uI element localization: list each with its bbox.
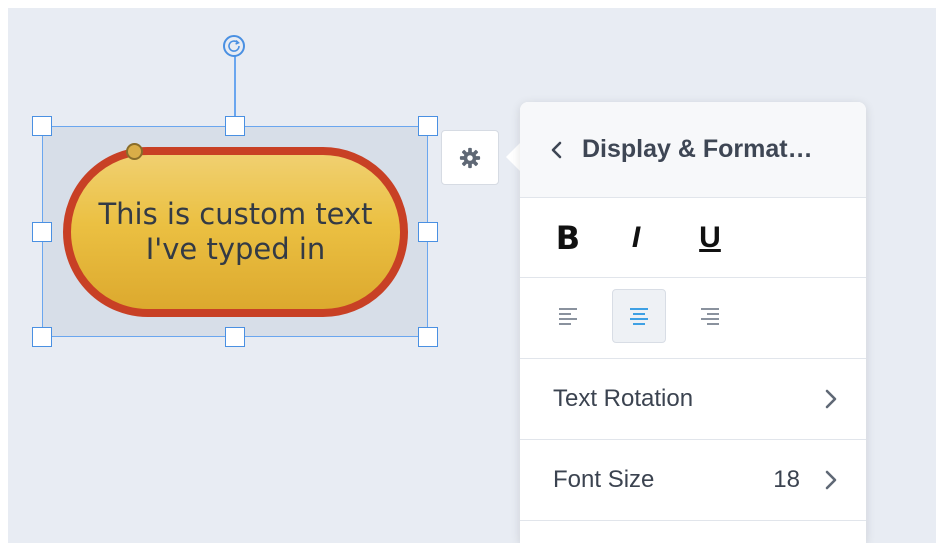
resize-handle-bottom-right[interactable] xyxy=(418,327,438,347)
gear-icon xyxy=(459,147,481,168)
font-size-item[interactable]: Font Size 18 xyxy=(520,440,866,521)
resize-handle-right[interactable] xyxy=(418,222,438,242)
settings-button[interactable] xyxy=(441,130,499,185)
shape-text[interactable]: This is custom text I've typed in xyxy=(98,197,372,267)
align-right-button[interactable] xyxy=(683,289,737,343)
alignment-row xyxy=(520,278,866,359)
panel-pointer xyxy=(506,143,520,171)
panel-title: Display & Format… xyxy=(582,135,813,163)
align-left-button[interactable] xyxy=(541,289,595,343)
panel-header: Display & Format… xyxy=(520,102,866,198)
format-panel: Display & Format… B I U Text Rotation Fo… xyxy=(520,102,866,543)
resize-handle-bottom[interactable] xyxy=(225,327,245,347)
align-center-button[interactable] xyxy=(612,289,666,343)
text-rotation-item[interactable]: Text Rotation xyxy=(520,359,866,440)
text-rotation-label: Text Rotation xyxy=(553,385,694,412)
resize-handle-top[interactable] xyxy=(225,116,245,136)
underline-button[interactable]: U xyxy=(682,198,738,278)
chevron-right-icon xyxy=(825,389,837,409)
rotate-icon[interactable] xyxy=(223,35,245,57)
font-size-label: Font Size xyxy=(553,466,655,493)
back-chevron-icon[interactable] xyxy=(548,140,564,160)
align-right-icon xyxy=(701,308,719,325)
text-style-row: B I U xyxy=(520,198,866,278)
resize-handle-top-left[interactable] xyxy=(32,116,52,136)
align-center-icon xyxy=(630,308,648,325)
chevron-right-icon xyxy=(825,470,837,490)
italic-button[interactable]: I xyxy=(608,198,664,278)
rounded-shape[interactable]: This is custom text I've typed in xyxy=(63,147,408,317)
align-left-icon xyxy=(559,308,577,325)
resize-handle-bottom-left[interactable] xyxy=(32,327,52,347)
resize-handle-top-right[interactable] xyxy=(418,116,438,136)
corner-adjust-handle[interactable] xyxy=(126,143,143,160)
bold-button[interactable]: B xyxy=(540,198,596,278)
resize-handle-left[interactable] xyxy=(32,222,52,242)
font-size-value: 18 xyxy=(773,466,800,493)
